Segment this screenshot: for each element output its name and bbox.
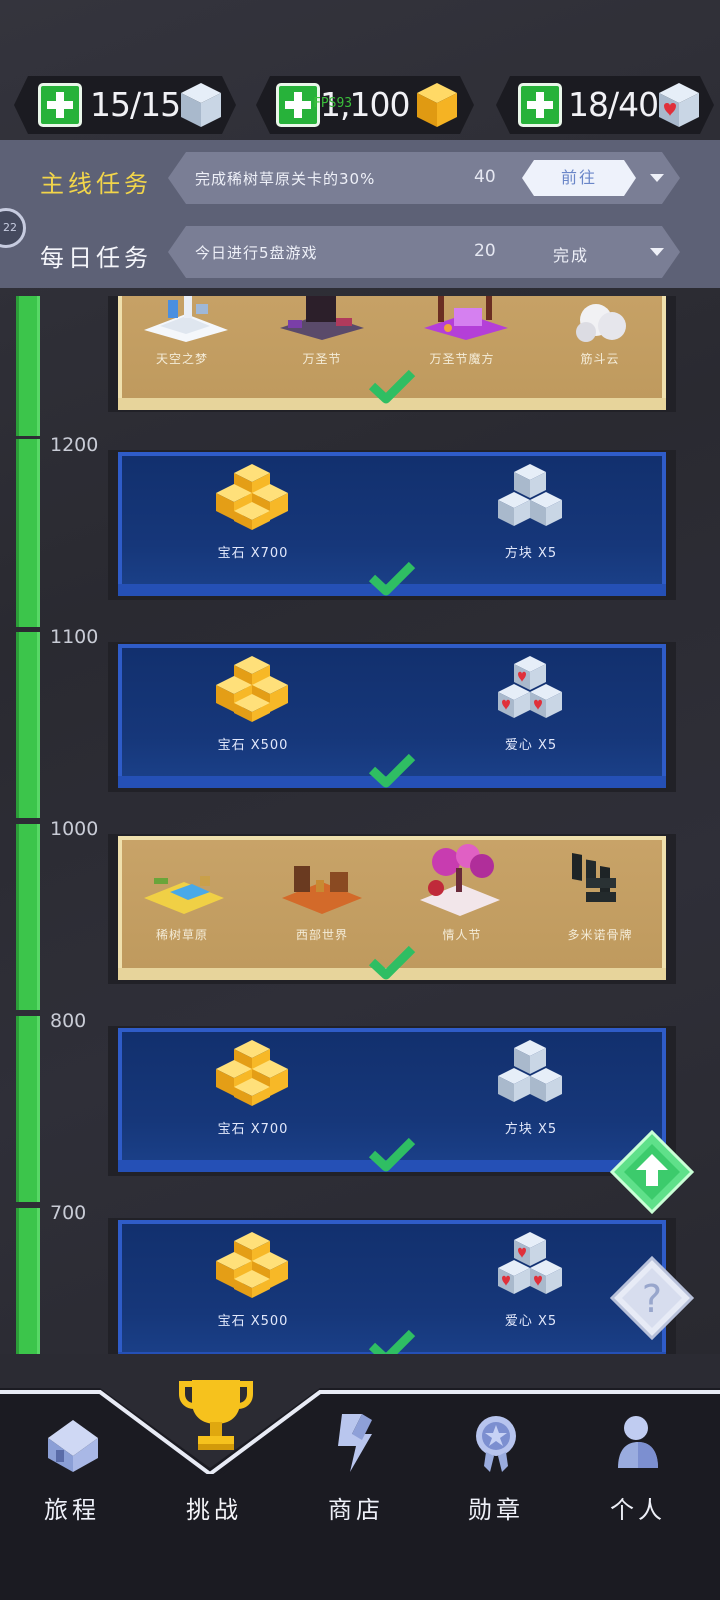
- progress-segment: [16, 632, 40, 818]
- halloween-cube-thumbnail: [424, 296, 508, 340]
- fps-counter: FPS93: [313, 96, 353, 111]
- scene-label: 稀树草原: [155, 928, 208, 942]
- gem-icon: [216, 656, 288, 722]
- cube-count: 15/15: [90, 85, 181, 124]
- tier-score-label: 1200: [50, 434, 99, 456]
- profile-icon: [618, 1416, 658, 1468]
- heart-count: 18/40: [568, 85, 659, 124]
- scene-label: 西部世界: [295, 928, 348, 942]
- reward-label: 宝石 X700: [217, 1122, 289, 1137]
- check-icon: [368, 1329, 416, 1354]
- check-icon: [368, 369, 416, 404]
- tier-score-label: 800: [50, 1010, 87, 1032]
- nav-label-journey: 旅程: [44, 1496, 100, 1524]
- scene-label: 万圣节魔方: [429, 352, 495, 366]
- daily-task-status: 完成: [553, 246, 590, 265]
- main-task-reward: 40: [474, 167, 496, 187]
- reward-label: 宝石 X500: [217, 1314, 289, 1329]
- check-icon: [368, 753, 416, 788]
- shop-icon: [338, 1414, 372, 1472]
- reward-label: 爱心 X5: [504, 1314, 558, 1329]
- add-hearts-button[interactable]: [518, 83, 562, 127]
- progress-segment: [16, 296, 40, 436]
- heart-cube-icon: [656, 80, 702, 130]
- daily-task-desc: 今日进行5盘游戏: [195, 244, 318, 262]
- gem-icon: [216, 464, 288, 530]
- cube-icon: [498, 1040, 562, 1102]
- heart-resource: 18/40: [496, 76, 714, 134]
- task-panel: 主线任务 完成稀树草原关卡的30% 40 前往 每日任务 今日进行5盘游戏 20…: [0, 140, 720, 288]
- western-world-thumbnail: [282, 866, 362, 914]
- scene-label: 万圣节: [302, 352, 342, 366]
- check-icon: [368, 1137, 416, 1172]
- tier-score-label: 700: [50, 1202, 87, 1224]
- tier-score-label: 1100: [50, 626, 99, 648]
- scene-label: 筋斗云: [580, 352, 620, 366]
- gem-resource: 1,100: [256, 76, 474, 134]
- main-task-row: 主线任务 完成稀树草原关卡的30% 40 前往: [0, 152, 720, 208]
- nav-label-shop: 商店: [328, 1496, 384, 1524]
- sky-dream-thumbnail: [144, 296, 228, 342]
- progress-segment: [16, 1208, 40, 1354]
- reward-label: 宝石 X500: [217, 738, 289, 753]
- reward-label: 宝石 X700: [217, 546, 289, 561]
- check-icon: [368, 945, 416, 980]
- domino-thumbnail: [572, 853, 616, 902]
- valentines-thumbnail: [420, 844, 500, 916]
- scene-label: 情人节: [442, 928, 482, 942]
- main-task-title: 主线任务: [40, 170, 152, 198]
- cube-icon: [178, 80, 224, 130]
- reward-label: 爱心 X5: [504, 738, 558, 753]
- cube-icon: [498, 464, 562, 526]
- nav-label-profile: 个人: [610, 1496, 666, 1524]
- main-task-desc: 完成稀树草原关卡的30%: [195, 170, 376, 188]
- heart-cube-icon: [498, 656, 562, 718]
- check-icon: [368, 561, 416, 596]
- scene-label: 多米诺骨牌: [567, 928, 633, 942]
- chevron-down-icon[interactable]: [650, 174, 664, 182]
- reward-label: 方块 X5: [504, 1122, 558, 1137]
- daily-task-row: 每日任务 今日进行5盘游戏 20 完成: [0, 226, 720, 282]
- progress-segment: [16, 824, 40, 1010]
- go-button[interactable]: 前往: [522, 160, 636, 196]
- nav-label-challenge: 挑战: [186, 1496, 242, 1524]
- medal-icon: [476, 1416, 516, 1472]
- cloud-thumbnail: [576, 304, 626, 342]
- gem-icon: [216, 1232, 288, 1298]
- resource-bar: 15/15 1,100 18/40: [0, 76, 720, 136]
- progress-segment: [16, 1016, 40, 1202]
- gem-icon: [216, 1040, 288, 1106]
- nav-label-medal: 勋章: [468, 1496, 524, 1524]
- cube-resource: 15/15: [14, 76, 236, 134]
- house-icon: [48, 1420, 98, 1472]
- add-cubes-button[interactable]: [38, 83, 82, 127]
- question-icon: ?: [642, 1277, 662, 1321]
- gem-icon: [414, 80, 460, 130]
- heart-cube-icon: [498, 1232, 562, 1294]
- nav-challenge[interactable]: [154, 1366, 274, 1486]
- trophy-icon: [179, 1380, 253, 1450]
- progress-segment: [16, 439, 40, 627]
- reward-label: 方块 X5: [504, 546, 558, 561]
- scroll-to-current-button[interactable]: [610, 1130, 694, 1214]
- halloween-thumbnail: [280, 296, 364, 340]
- scene-label: 天空之梦: [155, 352, 208, 366]
- daily-task-title: 每日任务: [40, 244, 152, 272]
- tier-score-label: 1000: [50, 818, 99, 840]
- help-button[interactable]: ?: [610, 1256, 694, 1340]
- savanna-thumbnail: [144, 876, 224, 914]
- daily-task-reward: 20: [474, 241, 496, 261]
- chevron-down-icon[interactable]: [650, 248, 664, 256]
